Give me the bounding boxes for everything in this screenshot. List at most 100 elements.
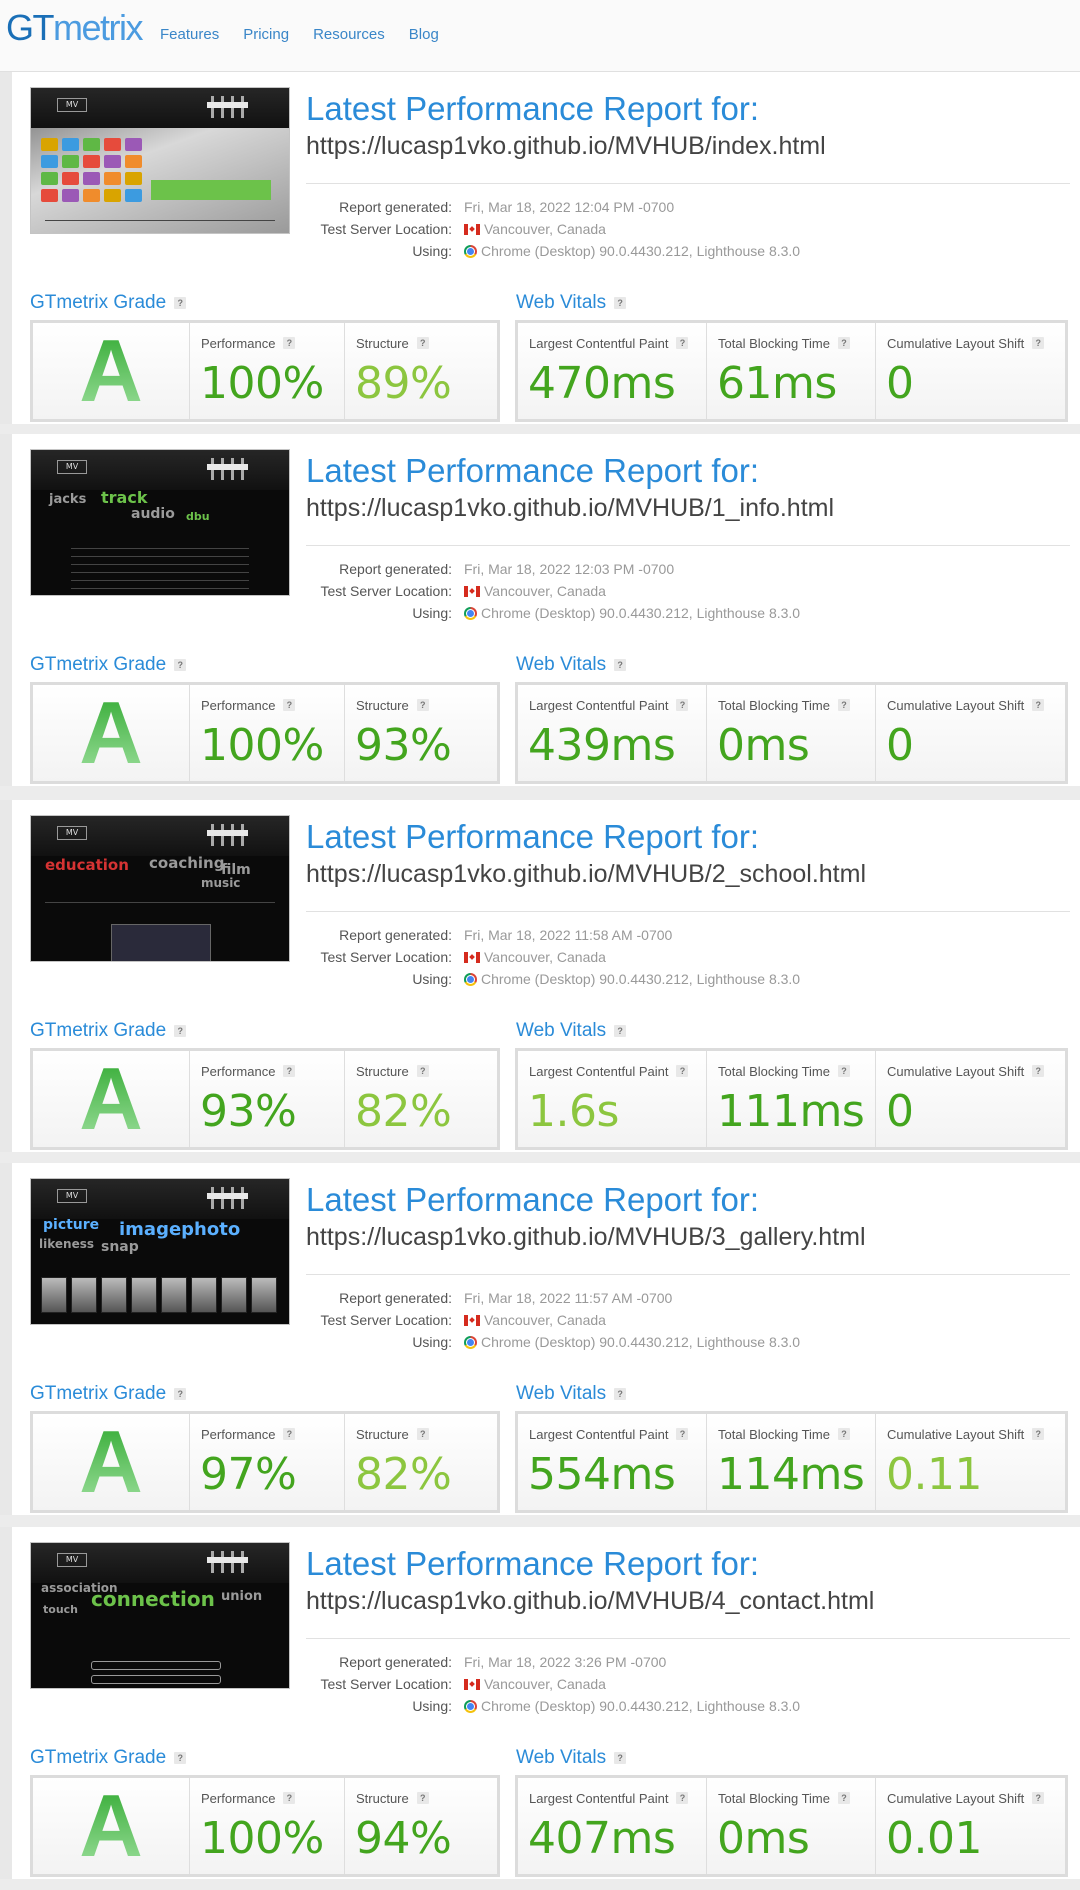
nav-link-resources[interactable]: Resources bbox=[313, 26, 385, 43]
lcp-value: 554ms bbox=[528, 1449, 676, 1500]
help-icon[interactable]: ? bbox=[283, 699, 296, 711]
lcp-label: Largest Contentful Paint bbox=[529, 1064, 669, 1079]
report-generated-row: Report generated: Fri, Mar 18, 2022 11:5… bbox=[252, 925, 672, 945]
cls-label: Cumulative Layout Shift bbox=[887, 1791, 1025, 1806]
help-icon[interactable]: ? bbox=[283, 1065, 296, 1077]
mixer-fader-icon bbox=[237, 1187, 248, 1209]
help-icon[interactable]: ? bbox=[838, 699, 850, 711]
page-screenshot-thumbnail[interactable]: MV education coaching film music bbox=[30, 815, 290, 962]
tbt-value: 0ms bbox=[717, 720, 810, 771]
report-url[interactable]: https://lucasp1vko.github.io/MVHUB/1_inf… bbox=[306, 494, 834, 523]
tbt-cell: Total Blocking Time? 114ms bbox=[707, 1414, 876, 1510]
tbt-value: 61ms bbox=[717, 358, 837, 409]
help-icon[interactable]: ? bbox=[174, 1388, 187, 1400]
cls-value: 0.11 bbox=[886, 1449, 982, 1500]
report-card: MV association connection union touch Latest… bbox=[0, 1527, 1080, 1879]
help-icon[interactable]: ? bbox=[283, 1792, 296, 1804]
cls-label: Cumulative Layout Shift bbox=[887, 1427, 1025, 1442]
report-url[interactable]: https://lucasp1vko.github.io/MVHUB/index… bbox=[306, 132, 826, 161]
help-icon[interactable]: ? bbox=[614, 659, 627, 671]
lcp-cell: Largest Contentful Paint? 554ms bbox=[518, 1414, 707, 1510]
nav-link-pricing[interactable]: Pricing bbox=[243, 26, 289, 43]
help-icon[interactable]: ? bbox=[676, 1792, 689, 1804]
help-icon[interactable]: ? bbox=[838, 1065, 850, 1077]
cls-label: Cumulative Layout Shift bbox=[887, 1064, 1025, 1079]
help-icon[interactable]: ? bbox=[838, 1792, 850, 1804]
help-icon[interactable]: ? bbox=[416, 699, 429, 711]
tbt-label: Total Blocking Time bbox=[718, 336, 830, 351]
page-screenshot-thumbnail[interactable]: MV bbox=[30, 87, 290, 234]
help-icon[interactable]: ? bbox=[614, 1388, 627, 1400]
help-icon[interactable]: ? bbox=[174, 297, 187, 309]
help-icon[interactable]: ? bbox=[174, 1025, 187, 1037]
help-icon[interactable]: ? bbox=[1032, 699, 1045, 711]
help-icon[interactable]: ? bbox=[614, 297, 627, 309]
page-screenshot-thumbnail[interactable]: MV association connection union touch bbox=[30, 1542, 290, 1689]
mixer-fader-icon bbox=[217, 824, 228, 846]
help-icon[interactable]: ? bbox=[1032, 1428, 1045, 1440]
report-url[interactable]: https://lucasp1vko.github.io/MVHUB/4_con… bbox=[306, 1587, 874, 1616]
gtmetrix-grade-heading: GTmetrix Grade? bbox=[30, 1020, 187, 1042]
test-server-label: Test Server Location: bbox=[320, 949, 452, 965]
web-vitals-heading: Web Vitals? bbox=[516, 292, 627, 314]
grade-letter: A bbox=[33, 323, 189, 419]
report-generated-row: Report generated: Fri, Mar 18, 2022 11:5… bbox=[252, 1288, 672, 1308]
divider bbox=[306, 545, 1070, 546]
structure-label: Structure bbox=[356, 1064, 409, 1079]
grade-letter: A bbox=[33, 685, 189, 781]
test-server-row: Test Server Location: Vancouver, Canada bbox=[252, 581, 605, 601]
mixer-fader-icon bbox=[237, 1551, 248, 1573]
lcp-label: Largest Contentful Paint bbox=[529, 1427, 669, 1442]
help-icon[interactable]: ? bbox=[676, 1065, 689, 1077]
report-card: MV picture imagephoto likeness snap Latest P… bbox=[0, 1163, 1080, 1515]
tbt-value: 114ms bbox=[717, 1449, 865, 1500]
help-icon[interactable]: ? bbox=[676, 699, 689, 711]
page-screenshot-thumbnail[interactable]: MV jacks track audio dbu bbox=[30, 449, 290, 596]
lcp-label: Largest Contentful Paint bbox=[529, 336, 669, 351]
report-generated-label: Report generated: bbox=[339, 1654, 452, 1670]
nav-link-features[interactable]: Features bbox=[160, 26, 219, 43]
help-icon[interactable]: ? bbox=[676, 1428, 689, 1440]
report-title: Latest Performance Report for: bbox=[306, 1545, 760, 1582]
help-icon[interactable]: ? bbox=[1032, 337, 1045, 349]
help-icon[interactable]: ? bbox=[174, 1752, 187, 1764]
site-logo-icon: MV bbox=[57, 98, 87, 112]
nav-link-blog[interactable]: Blog bbox=[409, 26, 439, 43]
structure-value: 89% bbox=[355, 358, 452, 409]
report-url[interactable]: https://lucasp1vko.github.io/MVHUB/3_gal… bbox=[306, 1223, 866, 1252]
mixer-fader-icon bbox=[227, 824, 238, 846]
help-icon[interactable]: ? bbox=[416, 337, 429, 349]
report-generated-label: Report generated: bbox=[339, 561, 452, 577]
mixer-fader-icon bbox=[227, 1187, 238, 1209]
help-icon[interactable]: ? bbox=[1032, 1792, 1045, 1804]
tbt-cell: Total Blocking Time? 61ms bbox=[707, 323, 876, 419]
using-label: Using: bbox=[412, 1698, 452, 1714]
help-icon[interactable]: ? bbox=[838, 337, 850, 349]
gtmetrix-logo[interactable]: GTmetrix bbox=[6, 10, 144, 46]
help-icon[interactable]: ? bbox=[174, 659, 187, 671]
help-icon[interactable]: ? bbox=[416, 1792, 429, 1804]
performance-value: 100% bbox=[200, 358, 324, 409]
cls-value: 0 bbox=[886, 1086, 914, 1137]
help-icon[interactable]: ? bbox=[614, 1752, 627, 1764]
lcp-cell: Largest Contentful Paint? 470ms bbox=[518, 323, 707, 419]
using-value: Chrome (Desktop) 90.0.4430.212, Lighthou… bbox=[481, 1698, 801, 1714]
help-icon[interactable]: ? bbox=[838, 1428, 850, 1440]
grade-panel: A Performance? 100% Structure? 94% bbox=[30, 1775, 500, 1877]
help-icon[interactable]: ? bbox=[283, 337, 296, 349]
help-icon[interactable]: ? bbox=[416, 1065, 429, 1077]
structure-label: Structure bbox=[356, 1791, 409, 1806]
report-title: Latest Performance Report for: bbox=[306, 1181, 760, 1218]
help-icon[interactable]: ? bbox=[676, 337, 689, 349]
help-icon[interactable]: ? bbox=[614, 1025, 627, 1037]
performance-label: Performance bbox=[201, 698, 276, 713]
help-icon[interactable]: ? bbox=[283, 1428, 296, 1440]
report-url[interactable]: https://lucasp1vko.github.io/MVHUB/2_sch… bbox=[306, 860, 866, 889]
page-screenshot-thumbnail[interactable]: MV picture imagephoto likeness snap bbox=[30, 1178, 290, 1325]
web-vitals-panel: Largest Contentful Paint? 554ms Total Bl… bbox=[515, 1411, 1068, 1513]
performance-value: 97% bbox=[200, 1449, 297, 1500]
gtmetrix-grade-heading: GTmetrix Grade? bbox=[30, 1383, 187, 1405]
grade-panel: A Performance? 100% Structure? 89% bbox=[30, 320, 500, 422]
help-icon[interactable]: ? bbox=[1032, 1065, 1045, 1077]
help-icon[interactable]: ? bbox=[416, 1428, 429, 1440]
